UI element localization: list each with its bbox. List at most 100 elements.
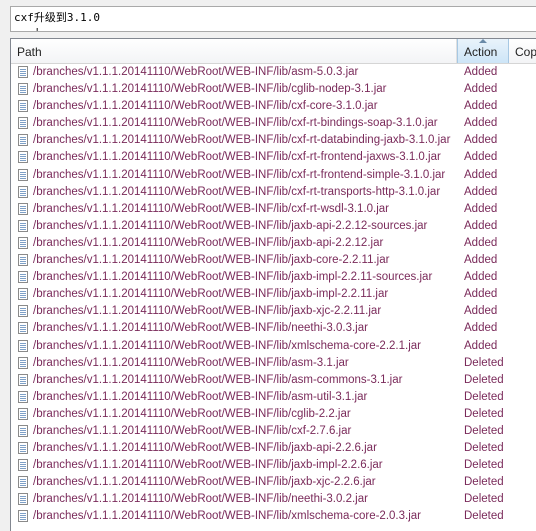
jar-file-icon xyxy=(18,288,28,301)
jar-file-icon xyxy=(18,459,28,472)
table-row[interactable]: /branches/v1.1.1.20141110/WebRoot/WEB-IN… xyxy=(11,389,536,406)
commit-message-text-line2: ...'... xyxy=(14,26,60,31)
table-row[interactable]: /branches/v1.1.1.20141110/WebRoot/WEB-IN… xyxy=(11,320,536,337)
file-action: Added xyxy=(464,151,498,164)
table-row[interactable]: /branches/v1.1.1.20141110/WebRoot/WEB-IN… xyxy=(11,338,536,355)
jar-file-icon xyxy=(18,83,28,96)
jar-file-icon xyxy=(18,219,28,232)
table-row[interactable]: /branches/v1.1.1.20141110/WebRoot/WEB-IN… xyxy=(11,372,536,389)
file-path: /branches/v1.1.1.20141110/WebRoot/WEB-IN… xyxy=(33,117,438,130)
jar-file-icon xyxy=(18,202,28,215)
table-row[interactable]: /branches/v1.1.1.20141110/WebRoot/WEB-IN… xyxy=(11,406,536,423)
file-action: Deleted xyxy=(464,356,504,369)
column-header-action[interactable]: Action xyxy=(457,39,509,63)
table-row[interactable]: /branches/v1.1.1.20141110/WebRoot/WEB-IN… xyxy=(11,235,536,252)
file-path: /branches/v1.1.1.20141110/WebRoot/WEB-IN… xyxy=(33,356,349,369)
file-action: Added xyxy=(464,202,498,215)
file-path: /branches/v1.1.1.20141110/WebRoot/WEB-IN… xyxy=(33,442,377,455)
file-action: Deleted xyxy=(464,390,504,403)
file-path: /branches/v1.1.1.20141110/WebRoot/WEB-IN… xyxy=(33,373,403,386)
file-path: /branches/v1.1.1.20141110/WebRoot/WEB-IN… xyxy=(33,100,378,113)
file-path: /branches/v1.1.1.20141110/WebRoot/WEB-IN… xyxy=(33,219,428,232)
file-path: /branches/v1.1.1.20141110/WebRoot/WEB-IN… xyxy=(33,322,368,335)
file-action: Added xyxy=(464,100,498,113)
table-row[interactable]: /branches/v1.1.1.20141110/WebRoot/WEB-IN… xyxy=(11,303,536,320)
jar-file-icon xyxy=(18,407,28,420)
file-action: Added xyxy=(464,134,498,147)
commit-message-text: cxf升级到3.1.0 xyxy=(14,11,100,24)
table-row[interactable]: /branches/v1.1.1.20141110/WebRoot/WEB-IN… xyxy=(11,132,536,149)
table-row[interactable]: /branches/v1.1.1.20141110/WebRoot/WEB-IN… xyxy=(11,115,536,132)
file-path: /branches/v1.1.1.20141110/WebRoot/WEB-IN… xyxy=(33,407,351,420)
jar-file-icon xyxy=(18,373,28,386)
table-row[interactable]: /branches/v1.1.1.20141110/WebRoot/WEB-IN… xyxy=(11,440,536,457)
table-row[interactable]: /branches/v1.1.1.20141110/WebRoot/WEB-IN… xyxy=(11,252,536,269)
jar-file-icon xyxy=(18,322,28,335)
file-path: /branches/v1.1.1.20141110/WebRoot/WEB-IN… xyxy=(33,271,433,284)
file-action: Added xyxy=(464,271,498,284)
column-header-copy[interactable]: Copy xyxy=(509,39,536,63)
file-path: /branches/v1.1.1.20141110/WebRoot/WEB-IN… xyxy=(33,390,368,403)
file-action: Added xyxy=(464,66,498,78)
jar-file-icon xyxy=(18,134,28,147)
list-header: Path Action Copy xyxy=(11,39,536,64)
jar-file-icon xyxy=(18,185,28,198)
file-path: /branches/v1.1.1.20141110/WebRoot/WEB-IN… xyxy=(33,339,421,352)
table-row[interactable]: /branches/v1.1.1.20141110/WebRoot/WEB-IN… xyxy=(11,98,536,115)
column-header-path[interactable]: Path xyxy=(11,39,457,63)
file-action: Deleted xyxy=(464,476,504,489)
table-row[interactable]: /branches/v1.1.1.20141110/WebRoot/WEB-IN… xyxy=(11,508,536,525)
jar-file-icon xyxy=(18,356,28,369)
file-action: Added xyxy=(464,288,498,301)
jar-file-icon xyxy=(18,476,28,489)
jar-file-icon xyxy=(18,493,28,506)
jar-file-icon xyxy=(18,254,28,267)
sort-ascending-icon xyxy=(479,39,487,43)
table-row[interactable]: /branches/v1.1.1.20141110/WebRoot/WEB-IN… xyxy=(11,269,536,286)
jar-file-icon xyxy=(18,424,28,437)
file-action: Deleted xyxy=(464,424,504,437)
table-row[interactable]: /branches/v1.1.1.20141110/WebRoot/WEB-IN… xyxy=(11,81,536,98)
jar-file-icon xyxy=(18,66,28,78)
file-action: Added xyxy=(464,339,498,352)
file-action: Deleted xyxy=(464,510,504,523)
jar-file-icon xyxy=(18,271,28,284)
jar-file-icon xyxy=(18,442,28,455)
file-path: /branches/v1.1.1.20141110/WebRoot/WEB-IN… xyxy=(33,459,383,472)
table-row[interactable]: /branches/v1.1.1.20141110/WebRoot/WEB-IN… xyxy=(11,167,536,184)
file-path: /branches/v1.1.1.20141110/WebRoot/WEB-IN… xyxy=(33,83,387,96)
column-header-action-label: Action xyxy=(464,45,498,59)
jar-file-icon xyxy=(18,390,28,403)
commit-message-box[interactable]: cxf升级到3.1.0 ...'... xyxy=(10,6,536,32)
file-action: Added xyxy=(464,168,498,181)
file-action: Deleted xyxy=(464,459,504,472)
file-action: Deleted xyxy=(464,442,504,455)
file-action: Added xyxy=(464,185,498,198)
file-action: Deleted xyxy=(464,493,504,506)
file-action: Added xyxy=(464,322,498,335)
table-row[interactable]: /branches/v1.1.1.20141110/WebRoot/WEB-IN… xyxy=(11,64,536,81)
file-path: /branches/v1.1.1.20141110/WebRoot/WEB-IN… xyxy=(33,151,441,164)
table-row[interactable]: /branches/v1.1.1.20141110/WebRoot/WEB-IN… xyxy=(11,423,536,440)
file-path: /branches/v1.1.1.20141110/WebRoot/WEB-IN… xyxy=(33,236,384,249)
table-row[interactable]: /branches/v1.1.1.20141110/WebRoot/WEB-IN… xyxy=(11,201,536,218)
table-row[interactable]: /branches/v1.1.1.20141110/WebRoot/WEB-IN… xyxy=(11,218,536,235)
file-path: /branches/v1.1.1.20141110/WebRoot/WEB-IN… xyxy=(33,202,390,215)
table-row[interactable]: /branches/v1.1.1.20141110/WebRoot/WEB-IN… xyxy=(11,355,536,372)
table-row[interactable]: /branches/v1.1.1.20141110/WebRoot/WEB-IN… xyxy=(11,184,536,201)
jar-file-icon xyxy=(18,339,28,352)
table-row[interactable]: /branches/v1.1.1.20141110/WebRoot/WEB-IN… xyxy=(11,491,536,508)
file-path: /branches/v1.1.1.20141110/WebRoot/WEB-IN… xyxy=(33,510,421,523)
file-action: Deleted xyxy=(464,373,504,386)
changed-files-list[interactable]: Path Action Copy /branches/v1.1.1.201411… xyxy=(10,38,536,531)
jar-file-icon xyxy=(18,117,28,130)
file-path: /branches/v1.1.1.20141110/WebRoot/WEB-IN… xyxy=(33,134,451,147)
table-row[interactable]: /branches/v1.1.1.20141110/WebRoot/WEB-IN… xyxy=(11,474,536,491)
table-row[interactable]: /branches/v1.1.1.20141110/WebRoot/WEB-IN… xyxy=(11,457,536,474)
file-action: Added xyxy=(464,236,498,249)
table-row[interactable]: /branches/v1.1.1.20141110/WebRoot/WEB-IN… xyxy=(11,149,536,166)
file-action: Deleted xyxy=(464,407,504,420)
file-path: /branches/v1.1.1.20141110/WebRoot/WEB-IN… xyxy=(33,168,446,181)
table-row[interactable]: /branches/v1.1.1.20141110/WebRoot/WEB-IN… xyxy=(11,286,536,303)
file-path: /branches/v1.1.1.20141110/WebRoot/WEB-IN… xyxy=(33,288,389,301)
